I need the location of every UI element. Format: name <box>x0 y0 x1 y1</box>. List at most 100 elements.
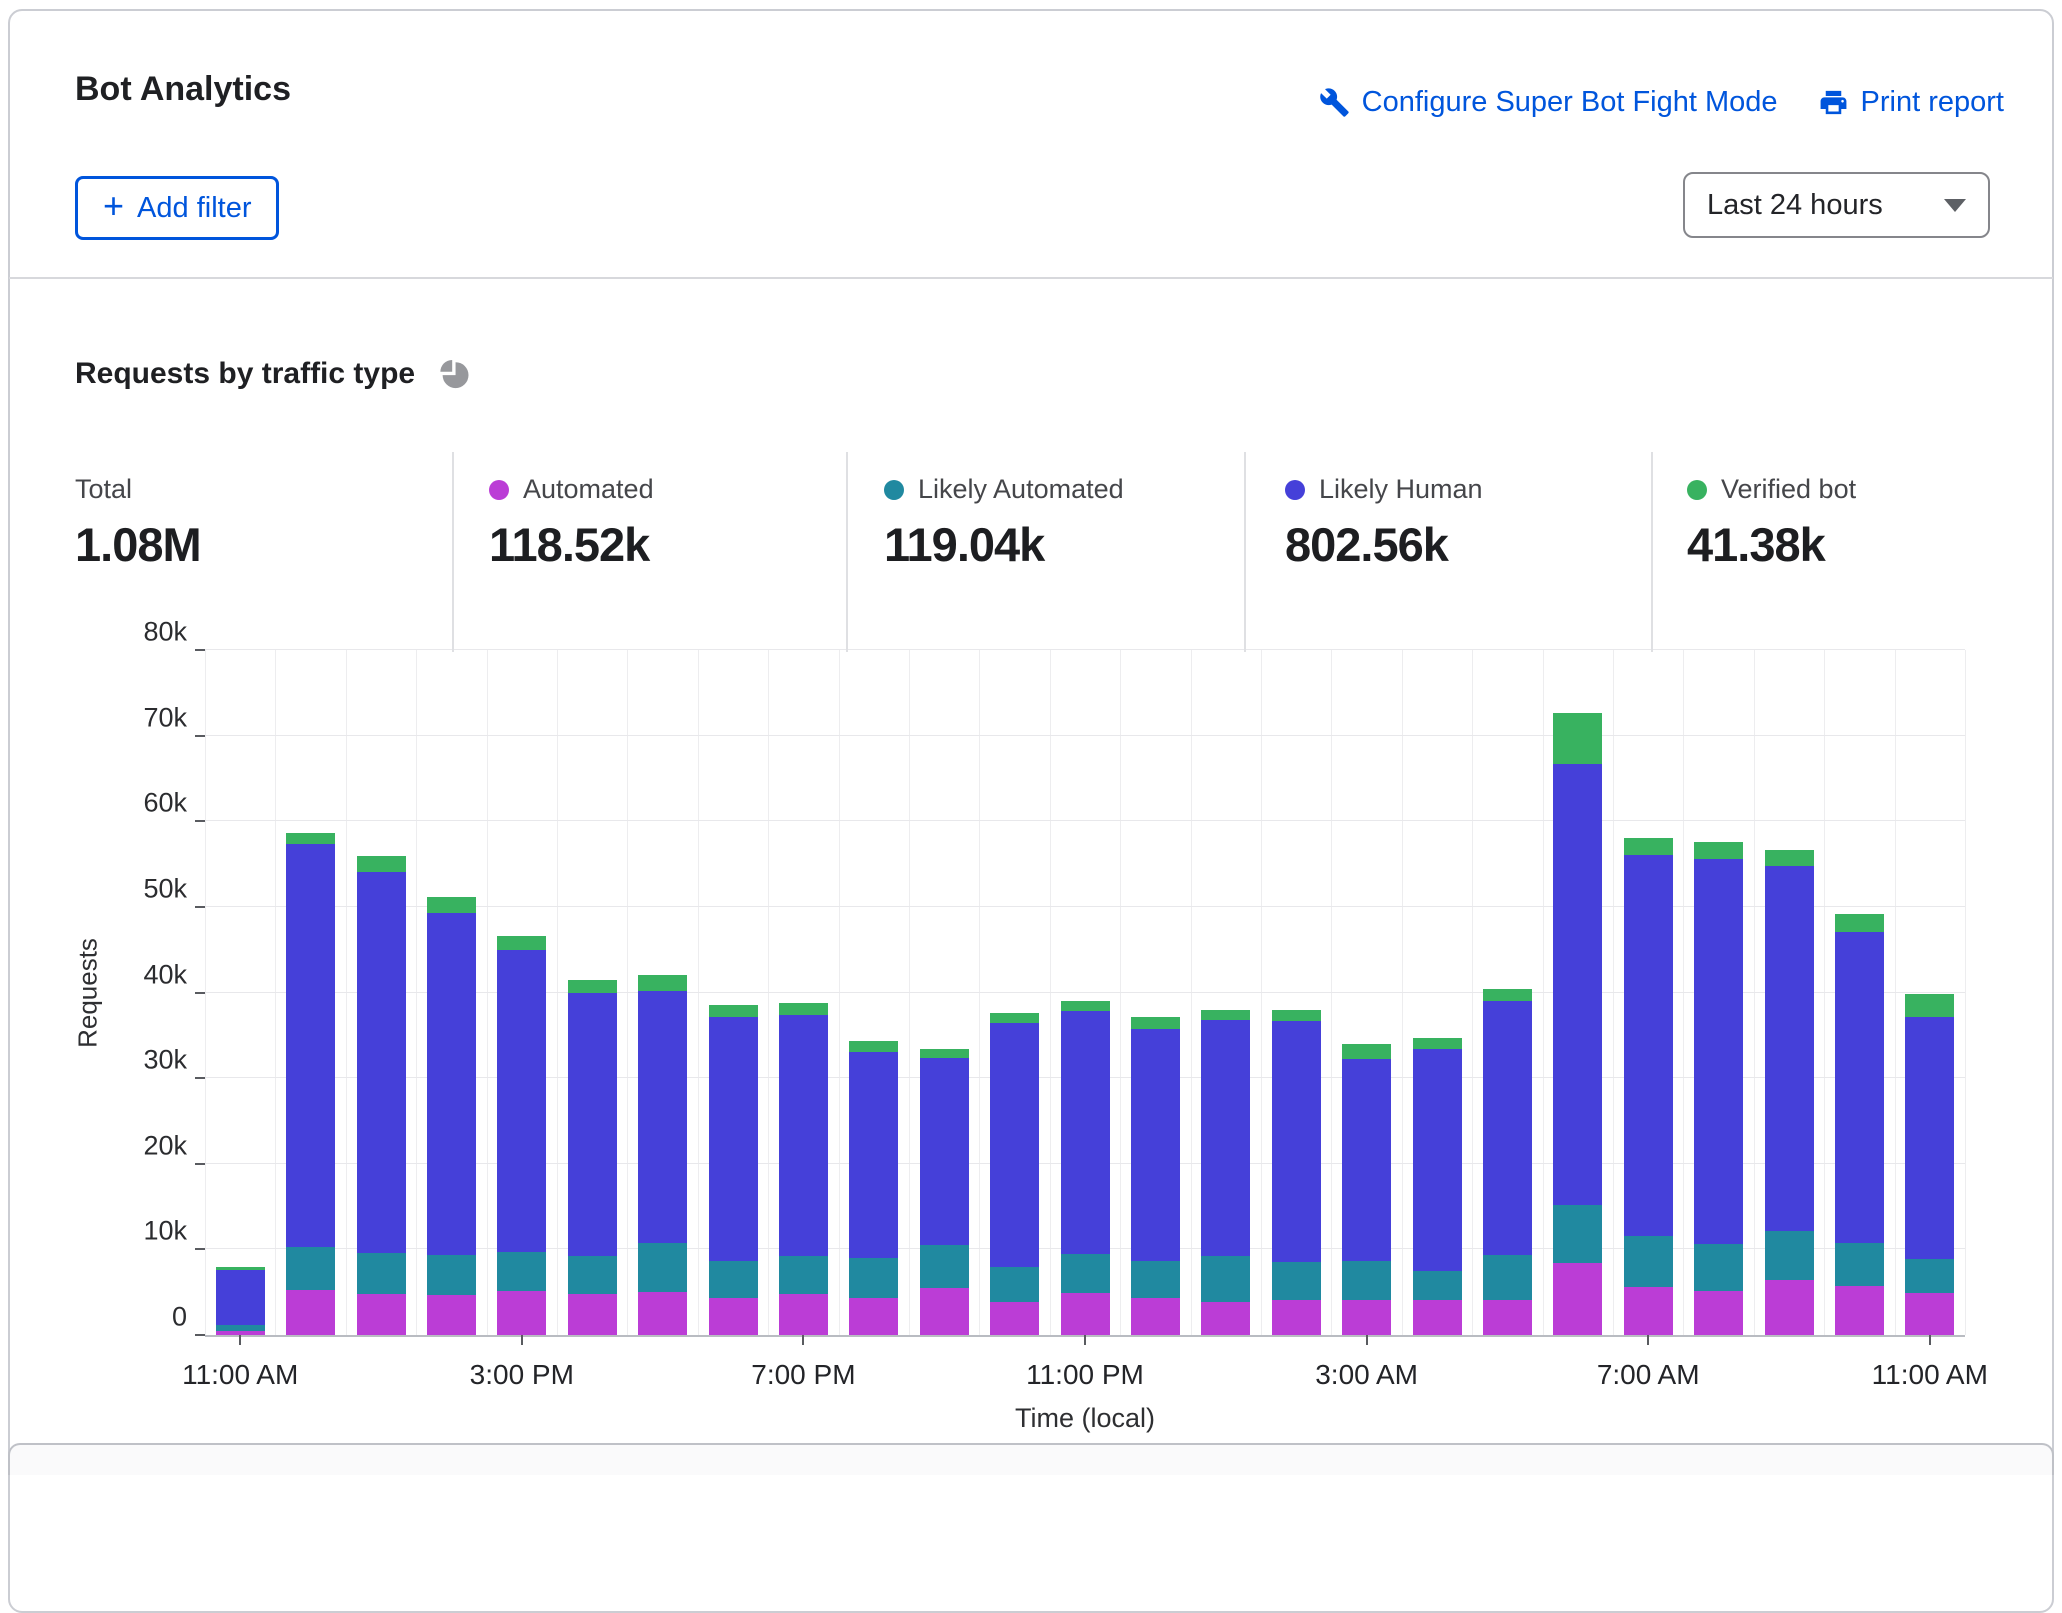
bar-segment-likely-automated[interactable] <box>1413 1271 1462 1300</box>
bar-segment-verified-bot[interactable] <box>709 1005 758 1018</box>
bar-segment-verified-bot[interactable] <box>286 833 335 843</box>
bar-segment-verified-bot[interactable] <box>1272 1010 1321 1021</box>
bar-segment-likely-automated[interactable] <box>1483 1255 1532 1300</box>
bar-segment-automated[interactable] <box>779 1294 828 1335</box>
bar-segment-likely-human[interactable] <box>1835 932 1884 1244</box>
bar-segment-verified-bot[interactable] <box>427 897 476 913</box>
bar-segment-automated[interactable] <box>920 1288 969 1335</box>
bar-segment-likely-human[interactable] <box>920 1058 969 1246</box>
bar-segment-verified-bot[interactable] <box>1765 850 1814 866</box>
bar-segment-likely-human[interactable] <box>1342 1059 1391 1260</box>
bar-segment-automated[interactable] <box>1201 1302 1250 1335</box>
bar-segment-verified-bot[interactable] <box>568 980 617 994</box>
bar-segment-likely-human[interactable] <box>1413 1049 1462 1271</box>
bar-segment-automated[interactable] <box>849 1298 898 1335</box>
bar-segment-verified-bot[interactable] <box>1553 713 1602 764</box>
bar-segment-likely-automated[interactable] <box>357 1253 406 1294</box>
bar-segment-likely-automated[interactable] <box>1272 1262 1321 1300</box>
bar-segment-likely-human[interactable] <box>1553 764 1602 1205</box>
bar-segment-automated[interactable] <box>1765 1280 1814 1335</box>
bar-segment-likely-automated[interactable] <box>216 1325 265 1331</box>
bar-segment-likely-human[interactable] <box>849 1052 898 1258</box>
bar-segment-likely-human[interactable] <box>1201 1020 1250 1256</box>
bar-segment-likely-human[interactable] <box>286 844 335 1247</box>
bar-segment-verified-bot[interactable] <box>1835 914 1884 932</box>
bar-segment-likely-automated[interactable] <box>427 1255 476 1295</box>
bar-segment-automated[interactable] <box>638 1292 687 1335</box>
bar-segment-verified-bot[interactable] <box>497 936 546 950</box>
bar-segment-likely-automated[interactable] <box>1342 1261 1391 1300</box>
bar-segment-likely-automated[interactable] <box>1835 1243 1884 1286</box>
bar-segment-likely-human[interactable] <box>638 991 687 1243</box>
bar-segment-automated[interactable] <box>568 1294 617 1335</box>
bar-segment-automated[interactable] <box>1694 1291 1743 1336</box>
time-range-dropdown[interactable]: Last 24 hours <box>1683 172 1990 238</box>
bar-segment-likely-human[interactable] <box>357 872 406 1253</box>
bar-segment-likely-automated[interactable] <box>920 1245 969 1288</box>
bar-segment-likely-automated[interactable] <box>849 1258 898 1298</box>
bar-segment-verified-bot[interactable] <box>779 1003 828 1015</box>
bar-segment-verified-bot[interactable] <box>1342 1044 1391 1059</box>
bar-segment-automated[interactable] <box>990 1302 1039 1335</box>
bar-segment-likely-human[interactable] <box>1624 855 1673 1236</box>
bar-segment-verified-bot[interactable] <box>638 975 687 990</box>
bar-segment-automated[interactable] <box>1342 1300 1391 1335</box>
configure-super-bot-fight-mode-link[interactable]: Configure Super Bot Fight Mode <box>1319 86 1778 119</box>
bar-segment-verified-bot[interactable] <box>1131 1017 1180 1028</box>
bar-segment-likely-human[interactable] <box>216 1270 265 1325</box>
bar-segment-likely-human[interactable] <box>568 993 617 1256</box>
bar-segment-automated[interactable] <box>427 1295 476 1335</box>
bar-segment-automated[interactable] <box>1624 1287 1673 1335</box>
bar-segment-verified-bot[interactable] <box>1483 989 1532 1001</box>
bar-segment-likely-automated[interactable] <box>709 1261 758 1299</box>
bar-segment-likely-automated[interactable] <box>1201 1256 1250 1301</box>
bar-segment-verified-bot[interactable] <box>1905 994 1954 1016</box>
bar-segment-likely-human[interactable] <box>1765 866 1814 1231</box>
bar-segment-likely-human[interactable] <box>990 1023 1039 1267</box>
bar-segment-verified-bot[interactable] <box>357 856 406 871</box>
bar-segment-likely-human[interactable] <box>1905 1017 1954 1259</box>
bar-segment-automated[interactable] <box>1483 1300 1532 1335</box>
bar-segment-likely-automated[interactable] <box>568 1256 617 1294</box>
bar-segment-likely-human[interactable] <box>1694 859 1743 1244</box>
bar-segment-verified-bot[interactable] <box>1694 842 1743 859</box>
bar-segment-likely-human[interactable] <box>779 1015 828 1257</box>
bar-segment-likely-human[interactable] <box>1272 1021 1321 1263</box>
bar-segment-automated[interactable] <box>1061 1293 1110 1335</box>
bar-segment-likely-automated[interactable] <box>638 1243 687 1293</box>
bar-segment-verified-bot[interactable] <box>849 1041 898 1051</box>
bar-segment-automated[interactable] <box>1272 1300 1321 1335</box>
bar-segment-likely-human[interactable] <box>1131 1029 1180 1261</box>
bar-segment-automated[interactable] <box>1553 1263 1602 1335</box>
bar-segment-likely-automated[interactable] <box>1061 1254 1110 1293</box>
bar-segment-verified-bot[interactable] <box>920 1049 969 1058</box>
bar-segment-likely-human[interactable] <box>1483 1001 1532 1255</box>
bar-segment-automated[interactable] <box>1413 1300 1462 1335</box>
bar-segment-automated[interactable] <box>709 1298 758 1335</box>
bar-segment-automated[interactable] <box>357 1294 406 1335</box>
bar-segment-likely-automated[interactable] <box>497 1252 546 1291</box>
bar-segment-verified-bot[interactable] <box>1201 1010 1250 1020</box>
bar-segment-verified-bot[interactable] <box>1624 838 1673 855</box>
bar-segment-automated[interactable] <box>1835 1286 1884 1335</box>
bar-segment-likely-human[interactable] <box>427 913 476 1255</box>
bar-segment-likely-automated[interactable] <box>1131 1261 1180 1299</box>
bar-segment-automated[interactable] <box>1131 1298 1180 1335</box>
bar-segment-likely-human[interactable] <box>1061 1011 1110 1253</box>
bar-segment-likely-automated[interactable] <box>1624 1236 1673 1287</box>
bar-segment-likely-automated[interactable] <box>990 1267 1039 1302</box>
bar-segment-likely-human[interactable] <box>497 950 546 1252</box>
bar-segment-verified-bot[interactable] <box>1413 1038 1462 1049</box>
bar-segment-automated[interactable] <box>497 1291 546 1335</box>
bar-segment-likely-automated[interactable] <box>779 1256 828 1294</box>
bar-segment-likely-automated[interactable] <box>1765 1231 1814 1281</box>
bar-segment-verified-bot[interactable] <box>990 1013 1039 1022</box>
bar-segment-likely-automated[interactable] <box>286 1247 335 1290</box>
bar-segment-likely-automated[interactable] <box>1553 1205 1602 1263</box>
bar-segment-automated[interactable] <box>286 1290 335 1335</box>
bar-segment-likely-human[interactable] <box>709 1017 758 1260</box>
bar-segment-verified-bot[interactable] <box>216 1267 265 1270</box>
add-filter-button[interactable]: + Add filter <box>75 176 279 240</box>
bar-segment-likely-automated[interactable] <box>1905 1259 1954 1293</box>
bar-segment-automated[interactable] <box>1905 1293 1954 1335</box>
